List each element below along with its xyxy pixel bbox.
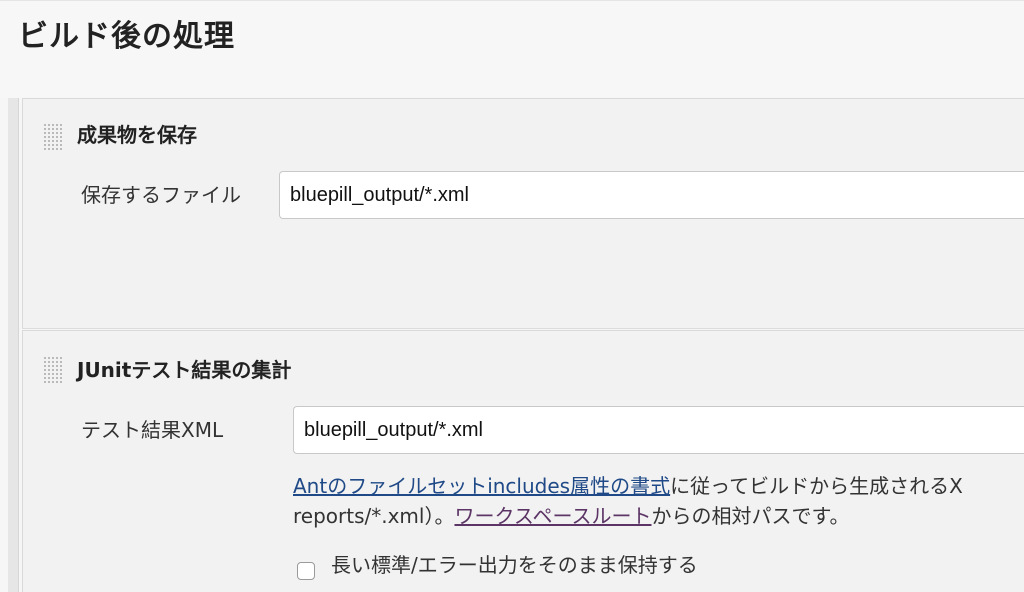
section-rail — [8, 98, 19, 592]
test-report-xml-input[interactable] — [293, 406, 1024, 454]
files-to-archive-input[interactable] — [279, 171, 1024, 219]
section-header: ビルド後の処理 — [0, 0, 1024, 97]
ant-fileset-link[interactable]: Antのファイルセットincludes属性の書式 — [293, 474, 670, 498]
post-build-page: ビルド後の処理 成果物を保存 保存するファイル JUnitテスト結果の集計 テス… — [0, 0, 1024, 592]
drag-handle-icon[interactable] — [43, 123, 63, 151]
retain-long-output-checkbox[interactable] — [297, 562, 315, 580]
help-line-1: Antのファイルセットincludes属性の書式に従ってビルドから生成されるX — [293, 471, 1024, 501]
retain-long-output-label[interactable]: 長い標準/エラー出力をそのまま保持する — [331, 551, 698, 579]
archive-step-title: 成果物を保存 — [77, 123, 197, 147]
workspace-root-link[interactable]: ワークスペースルート — [454, 504, 651, 528]
drag-handle-icon[interactable] — [43, 356, 63, 384]
archive-artifacts-step: 成果物を保存 保存するファイル — [22, 98, 1024, 329]
test-report-help-text: Antのファイルセットincludes属性の書式に従ってビルドから生成されるX … — [293, 471, 1024, 531]
test-report-xml-label: テスト結果XML — [81, 418, 224, 442]
help-line-2: reports/*.xml）。ワークスペースルートからの相対パスです。 — [293, 501, 1024, 531]
help-text-part-1: に従ってビルドから生成されるX — [670, 474, 963, 498]
section-title: ビルド後の処理 — [18, 19, 235, 54]
junit-report-step: JUnitテスト結果の集計 テスト結果XML Antのファイルセットinclud… — [22, 330, 1024, 592]
files-to-archive-label: 保存するファイル — [81, 183, 241, 207]
help-text-part-2: reports/*.xml）。 — [293, 504, 455, 528]
help-text-part-3: からの相対パスです。 — [651, 504, 850, 528]
junit-step-title: JUnitテスト結果の集計 — [77, 358, 292, 382]
